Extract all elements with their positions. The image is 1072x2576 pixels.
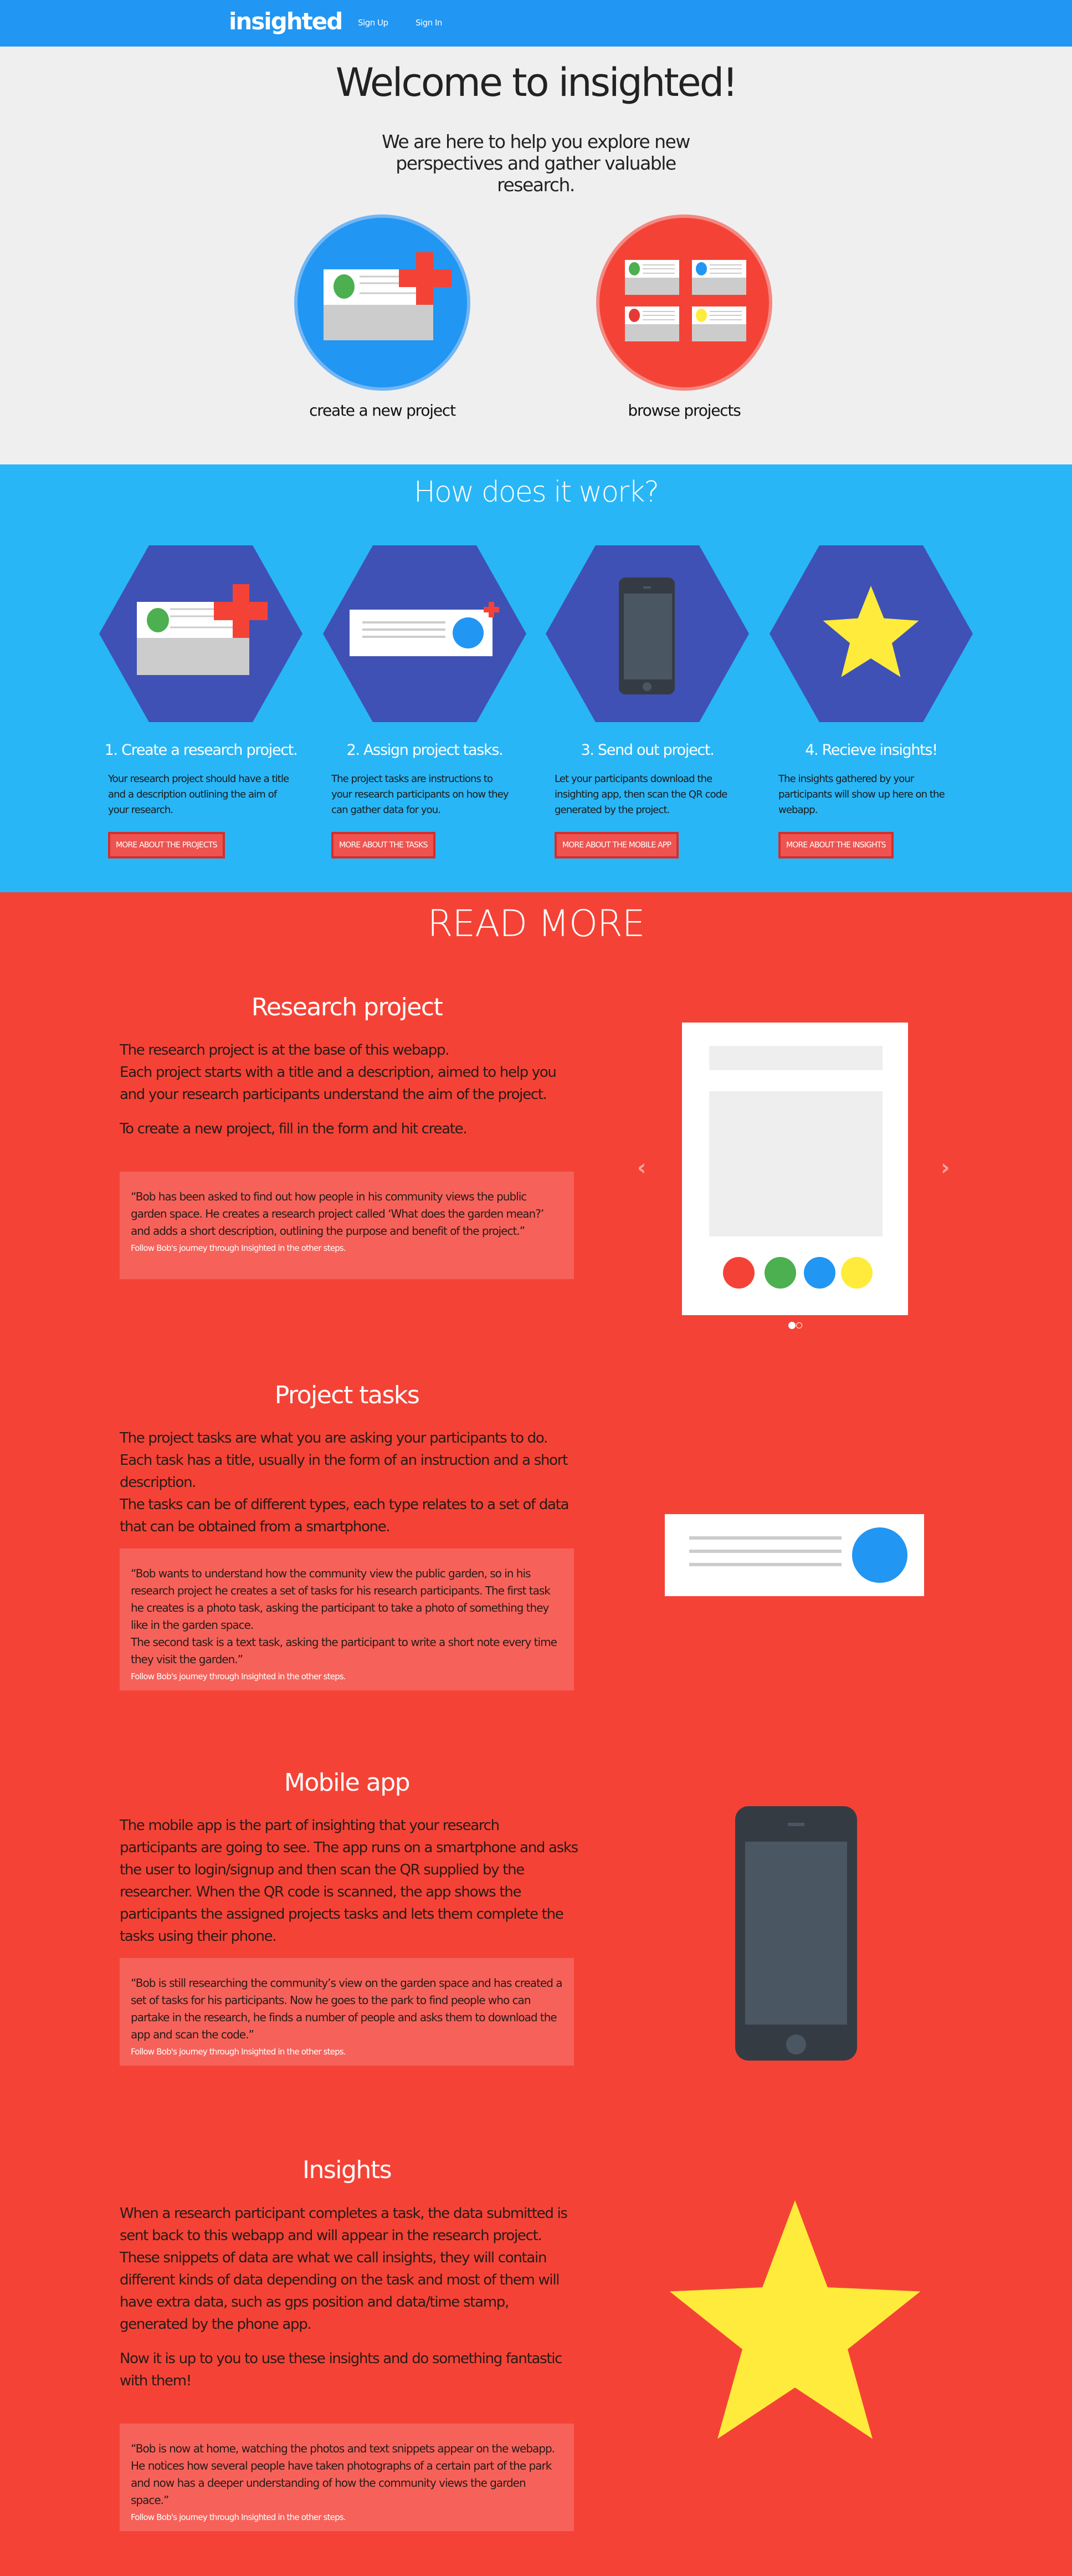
yellow-dot-icon: [841, 1257, 873, 1289]
create-project-button[interactable]: [294, 214, 470, 391]
insights-quote: “Bob is now at home, watching the photos…: [120, 2424, 574, 2531]
red-dot-icon: [723, 1257, 755, 1289]
line: [689, 1536, 842, 1540]
paragraph: The research project is at the base of t…: [120, 1042, 557, 1103]
step-1-description: Your research project should have a titl…: [108, 773, 289, 816]
research-project-heading: Research project: [251, 993, 443, 1021]
browse-projects-label[interactable]: browse projects: [573, 401, 795, 420]
blue-dot-icon: [852, 1527, 907, 1583]
how-title: How does it work?: [413, 476, 659, 509]
research-project-quote: “Bob has been asked to find out how peop…: [120, 1172, 574, 1279]
insights-heading: Insights: [302, 2156, 392, 2184]
insights-body: When a research participant completes a …: [120, 2202, 579, 2392]
blue-dot-icon: [804, 1257, 835, 1289]
quote-text: “Bob is now at home, watching the photos…: [131, 2442, 555, 2507]
hero-subtitle: We are here to help you explore new pers…: [382, 131, 690, 196]
mobile-app-quote: “Bob is still researching the community’…: [120, 1958, 574, 2066]
carousel-next-button[interactable]: ›: [941, 1155, 950, 1180]
step-3-description: Let your participants download the insig…: [555, 773, 727, 816]
create-project-icon: [324, 252, 452, 340]
quote-text: “Bob wants to understand how the communi…: [131, 1567, 557, 1666]
sign-up-link[interactable]: Sign Up: [358, 18, 388, 28]
phone-speaker: [788, 1823, 804, 1826]
logo[interactable]: insighted: [229, 8, 343, 35]
project-tasks-body: The project tasks are what you are askin…: [120, 1427, 579, 1538]
project-tasks-quote: “Bob wants to understand how the communi…: [120, 1548, 574, 1690]
hero-section: [0, 47, 1072, 464]
project-card-shape: [696, 262, 707, 275]
task-card-illustration: [665, 1514, 924, 1596]
step-2-description: The project tasks are instructions to yo…: [331, 773, 509, 816]
line: [689, 1563, 842, 1566]
carousel-indicator-active[interactable]: [788, 1322, 796, 1329]
research-project-body: The research project is at the base of t…: [120, 1039, 579, 1140]
more-about-projects-button[interactable]: MORE ABOUT THE PROJECTS: [108, 832, 225, 858]
step-1-title: 1. Create a research project.: [104, 742, 298, 759]
step-4-description: The insights gathered by your participan…: [778, 773, 945, 816]
quote-text: “Bob has been asked to find out how peop…: [131, 1190, 544, 1238]
project-card-shape: [629, 262, 640, 275]
quote-note: Follow Bob's journey through Insighted i…: [131, 2512, 346, 2522]
step-4-title: 4. Recieve insights!: [805, 742, 938, 759]
project-card-shape: [696, 309, 707, 322]
carousel-prev-button[interactable]: ‹: [637, 1155, 646, 1180]
create-project-label[interactable]: create a new project: [271, 401, 493, 420]
sign-in-link[interactable]: Sign In: [416, 18, 442, 28]
more-about-tasks-button[interactable]: MORE ABOUT THE TASKS: [331, 832, 435, 858]
phone-screen: [745, 1842, 847, 2025]
quote-note: Follow Bob's journey through Insighted i…: [131, 1243, 346, 1253]
paragraph: To create a new project, fill in the for…: [120, 1121, 468, 1137]
more-about-insights-button[interactable]: MORE ABOUT THE INSIGHTS: [778, 832, 894, 858]
carousel-indicator[interactable]: [796, 1322, 802, 1328]
more-about-mobile-app-button[interactable]: MORE ABOUT THE MOBILE APP: [555, 832, 679, 858]
carousel-slide: [682, 1023, 908, 1315]
paragraph: The project tasks are what you are askin…: [120, 1430, 570, 1535]
title-placeholder: [709, 1046, 883, 1070]
quote-note: Follow Bob's journey through Insighted i…: [131, 1672, 346, 1681]
project-tasks-heading: Project tasks: [274, 1381, 420, 1409]
read-more-title: READ MORE: [427, 902, 645, 945]
image-placeholder: [709, 1091, 883, 1236]
top-navbar: [0, 0, 1072, 47]
browse-projects-button[interactable]: [596, 214, 772, 391]
paragraph: When a research participant completes a …: [120, 2205, 568, 2333]
mobile-app-body: The mobile app is the part of insighting…: [120, 1815, 579, 1948]
project-card-shape: [692, 324, 746, 341]
project-card-shape: [629, 309, 640, 322]
line: [689, 1550, 842, 1553]
big-star-icon: [669, 2200, 921, 2439]
quote-note: Follow Bob's journey through Insighted i…: [131, 2047, 346, 2057]
paragraph: The mobile app is the part of insighting…: [120, 1817, 578, 1945]
step-2-title: 2. Assign project tasks.: [346, 742, 504, 759]
step-3-title: 3. Send out project.: [581, 742, 714, 759]
project-card-shape: [625, 278, 679, 295]
paragraph: Now it is up to you to use these insight…: [120, 2350, 562, 2389]
project-card-shape: [625, 324, 679, 341]
phone-home-button: [786, 2035, 806, 2054]
mobile-app-heading: Mobile app: [284, 1769, 411, 1797]
project-card-shape: [692, 278, 746, 295]
browse-projects-icon: [625, 260, 746, 341]
quote-text: “Bob is still researching the community’…: [131, 1976, 563, 2041]
page-title: Welcome to insighted!: [335, 60, 738, 105]
phone-icon: [735, 1806, 857, 2061]
green-dot-icon: [765, 1257, 796, 1289]
